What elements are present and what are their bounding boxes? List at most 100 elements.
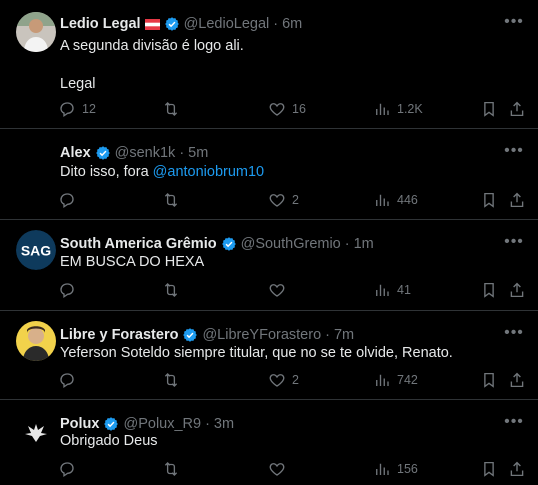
timestamp[interactable]: 3m <box>214 415 234 433</box>
handle[interactable]: @SouthGremio <box>241 235 341 253</box>
views-icon <box>373 100 391 118</box>
tweet[interactable]: Alex @senk1k · 5m ••• Dito isso, fora @a… <box>0 129 538 220</box>
display-name[interactable]: South America Grêmio <box>60 235 217 253</box>
display-name[interactable]: Alex <box>60 144 91 162</box>
verified-badge-icon <box>103 416 119 432</box>
share-button[interactable] <box>508 370 526 390</box>
more-options-icon[interactable]: ••• <box>504 141 524 161</box>
retweet-icon <box>162 460 180 478</box>
tweet-text-prefix: Dito isso, fora <box>60 164 153 180</box>
timestamp[interactable]: 1m <box>354 235 374 253</box>
heart-icon <box>268 191 286 209</box>
tweet-text: Obrigado Deus <box>60 433 158 449</box>
like-button[interactable]: 16 <box>268 99 306 119</box>
views-button[interactable]: 742 <box>373 370 418 390</box>
heart-icon <box>268 100 286 118</box>
view-count: 446 <box>397 193 418 207</box>
share-button[interactable] <box>508 99 526 119</box>
avatar[interactable] <box>16 410 56 450</box>
share-button[interactable] <box>508 280 526 300</box>
retweet-icon <box>162 100 180 118</box>
like-button[interactable]: 2 <box>268 190 299 210</box>
retweet-button[interactable] <box>162 99 186 119</box>
more-options-icon[interactable]: ••• <box>504 412 524 432</box>
tweet-header: Polux @Polux_R9 · 3m <box>60 415 498 433</box>
heart-icon <box>268 460 286 478</box>
display-name[interactable]: Libre y Forastero <box>60 326 178 344</box>
view-count: 156 <box>397 462 418 476</box>
timestamp[interactable]: 5m <box>188 144 208 162</box>
avatar[interactable] <box>16 12 56 52</box>
action-bar: 156 <box>58 459 524 479</box>
reply-button[interactable]: 12 <box>58 99 96 119</box>
view-count: 1.2K <box>397 102 423 116</box>
views-button[interactable]: 446 <box>373 190 418 210</box>
avatar-image <box>16 410 56 450</box>
retweet-button[interactable] <box>162 280 186 300</box>
like-count: 16 <box>292 102 306 116</box>
bookmark-icon <box>480 281 498 299</box>
avatar[interactable] <box>16 321 56 361</box>
views-button[interactable]: 1.2K <box>373 99 423 119</box>
display-name[interactable]: Polux <box>60 415 99 433</box>
heart-icon <box>268 371 286 389</box>
retweet-button[interactable] <box>162 459 186 479</box>
more-options-icon[interactable]: ••• <box>504 12 524 32</box>
tweet[interactable]: Ledio Legal @LedioLegal · 6m ••• A segun… <box>0 0 538 129</box>
share-icon <box>508 371 526 389</box>
reply-button[interactable] <box>58 190 82 210</box>
handle[interactable]: @Polux_R9 <box>123 415 201 433</box>
tweet-text: Yeferson Soteldo siempre titular, que no… <box>60 345 453 361</box>
views-button[interactable]: 156 <box>373 459 418 479</box>
display-name[interactable]: Ledio Legal <box>60 15 141 33</box>
retweet-icon <box>162 191 180 209</box>
reply-button[interactable] <box>58 370 82 390</box>
bookmark-button[interactable] <box>480 99 498 119</box>
views-icon <box>373 191 391 209</box>
share-icon <box>508 460 526 478</box>
handle[interactable]: @LibreYForastero <box>202 326 321 344</box>
bookmark-icon <box>480 371 498 389</box>
like-button[interactable]: 2 <box>268 370 299 390</box>
avatar[interactable]: SAG <box>16 230 56 270</box>
handle[interactable]: @LedioLegal <box>184 15 270 33</box>
timestamp[interactable]: 6m <box>282 15 302 33</box>
reply-icon <box>58 460 76 478</box>
tweet-header: Ledio Legal @LedioLegal · 6m <box>60 15 498 33</box>
more-options-icon[interactable]: ••• <box>504 323 524 343</box>
views-icon <box>373 371 391 389</box>
verified-badge-icon <box>95 145 111 161</box>
sag-logo-text: SAG <box>21 243 51 259</box>
verified-badge-icon <box>221 236 237 252</box>
retweet-button[interactable] <box>162 190 186 210</box>
reply-button[interactable] <box>58 459 82 479</box>
handle[interactable]: @senk1k <box>115 144 176 162</box>
tweet-text: EM BUSCA DO HEXA <box>60 254 205 270</box>
view-count: 41 <box>397 283 411 297</box>
avatar-image <box>16 12 56 52</box>
views-icon <box>373 281 391 299</box>
tweet[interactable]: Libre y Forastero @LibreYForastero · 7m … <box>0 311 538 400</box>
bookmark-button[interactable] <box>480 280 498 300</box>
like-button[interactable] <box>268 280 292 300</box>
views-button[interactable]: 41 <box>373 280 411 300</box>
tweet-text: Dito isso, fora @antoniobrum10 <box>60 163 518 182</box>
like-button[interactable] <box>268 459 292 479</box>
bookmark-button[interactable] <box>480 190 498 210</box>
reply-button[interactable] <box>58 280 82 300</box>
timestamp[interactable]: 7m <box>334 326 354 344</box>
like-count: 2 <box>292 373 299 387</box>
retweet-button[interactable] <box>162 370 186 390</box>
separator-dot: · <box>179 145 185 161</box>
like-count: 2 <box>292 193 299 207</box>
more-options-icon[interactable]: ••• <box>504 232 524 252</box>
bookmark-button[interactable] <box>480 370 498 390</box>
avatar-image <box>16 321 56 361</box>
tweet[interactable]: Polux @Polux_R9 · 3m ••• Obrigado Deus 1… <box>0 400 538 485</box>
separator-dot: · <box>344 236 350 252</box>
bookmark-button[interactable] <box>480 459 498 479</box>
mention-link[interactable]: @antoniobrum10 <box>153 164 264 180</box>
tweet[interactable]: SAG South America Grêmio @SouthGremio · … <box>0 220 538 311</box>
share-button[interactable] <box>508 459 526 479</box>
share-button[interactable] <box>508 190 526 210</box>
